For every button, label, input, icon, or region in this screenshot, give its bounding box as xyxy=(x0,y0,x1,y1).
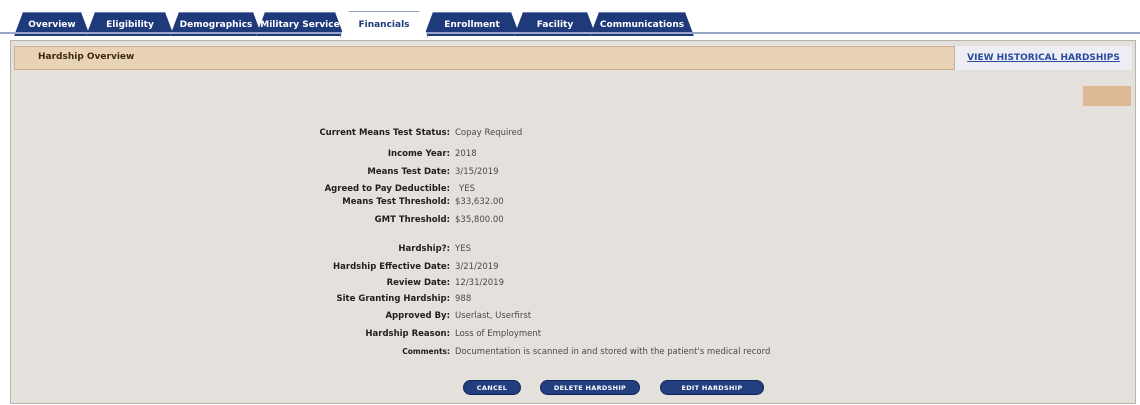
field-value: Copay Required xyxy=(455,128,523,138)
field-label: Comments: xyxy=(402,347,450,356)
field-label: Income Year: xyxy=(387,149,450,159)
field-value: YES xyxy=(459,184,475,194)
field-label: Agreed to Pay Deductible: xyxy=(324,184,450,194)
field-hardship: Hardship?: YES xyxy=(0,244,1140,258)
field-value: $33,632.00 xyxy=(455,197,504,207)
field-value: 3/15/2019 xyxy=(455,167,499,177)
field-comments: Comments: Documentation is scanned in an… xyxy=(0,347,1140,361)
tab-bar: Overview Eligibility Demographics Milita… xyxy=(0,8,1140,34)
field-value: 2018 xyxy=(455,149,477,159)
field-approved-by: Approved By: Userlast, Userfirst xyxy=(0,311,1140,325)
field-value: 988 xyxy=(455,294,472,304)
field-value: $35,800.00 xyxy=(455,215,504,225)
field-label: Means Test Threshold: xyxy=(342,197,450,207)
field-label: Site Granting Hardship: xyxy=(336,294,450,304)
field-review-date: Review Date: 12/31/2019 xyxy=(0,278,1140,292)
field-means-date: Means Test Date: 3/15/2019 xyxy=(0,167,1140,181)
view-historical-hardships-link[interactable]: VIEW HISTORICAL HARDSHIPS xyxy=(954,46,1132,70)
tab-financials[interactable]: Financials xyxy=(340,11,428,38)
field-label: Hardship Effective Date: xyxy=(333,262,450,272)
field-label: Approved By: xyxy=(385,311,450,321)
cancel-button[interactable]: CANCEL xyxy=(463,380,521,395)
field-label: Review Date: xyxy=(386,278,450,288)
field-gmt-threshold: GMT Threshold: $35,800.00 xyxy=(0,215,1140,229)
edit-hardship-button[interactable]: EDIT HARDSHIP xyxy=(660,380,764,395)
field-effective-date: Hardship Effective Date: 3/21/2019 xyxy=(0,262,1140,276)
field-value: YES xyxy=(455,244,471,254)
field-label: Hardship?: xyxy=(398,244,450,254)
field-value: Userlast, Userfirst xyxy=(455,311,532,321)
field-value: Documentation is scanned in and stored w… xyxy=(455,347,771,357)
field-means-status: Current Means Test Status: Copay Require… xyxy=(0,128,1140,142)
field-label: Means Test Date: xyxy=(367,167,450,177)
field-value: 3/21/2019 xyxy=(455,262,499,272)
field-label: Hardship Reason: xyxy=(365,329,450,339)
field-means-threshold: Means Test Threshold: $33,632.00 xyxy=(0,197,1140,211)
section-title: Hardship Overview xyxy=(38,52,135,62)
field-label: GMT Threshold: xyxy=(374,215,450,225)
field-value: 12/31/2019 xyxy=(455,278,504,288)
header-accent-box xyxy=(1083,86,1131,106)
field-income-year: Income Year: 2018 xyxy=(0,149,1140,163)
delete-hardship-button[interactable]: DELETE HARDSHIP xyxy=(540,380,640,395)
field-value: Loss of Employment xyxy=(455,329,542,339)
field-hardship-reason: Hardship Reason: Loss of Employment xyxy=(0,329,1140,343)
field-agreed-deductible: Agreed to Pay Deductible: YES xyxy=(0,184,1140,198)
field-site-granting: Site Granting Hardship: 988 xyxy=(0,294,1140,308)
field-label: Current Means Test Status: xyxy=(319,128,450,138)
tab-underline xyxy=(0,32,1140,34)
